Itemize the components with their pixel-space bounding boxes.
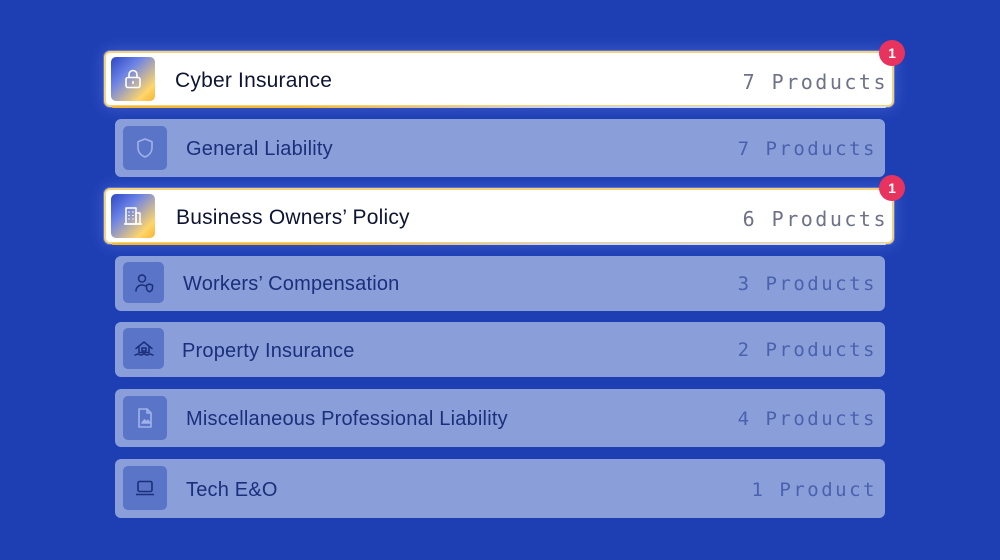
user-shield-icon <box>123 262 164 303</box>
building-icon <box>111 194 155 238</box>
list-item-workers-compensation[interactable]: Workers’ Compensation 3 Products <box>115 256 885 311</box>
item-count: 2 Products <box>737 339 877 361</box>
item-label: Workers’ Compensation <box>183 273 400 295</box>
item-label: General Liability <box>186 138 333 160</box>
list-item-business-owners-policy[interactable]: Business Owners’ Policy 6 Products <box>104 188 894 245</box>
list-item-general-liability[interactable]: General Liability 7 Products <box>115 119 885 177</box>
list-item-cyber-insurance[interactable]: Cyber Insurance 7 Products <box>104 51 894 108</box>
item-count: 7 Products <box>742 70 888 94</box>
item-label: Tech E&O <box>186 479 278 501</box>
item-label: Cyber Insurance <box>175 69 333 92</box>
item-label: Property Insurance <box>182 340 355 362</box>
item-label: Business Owners’ Policy <box>176 206 410 229</box>
house-flood-icon <box>123 328 164 369</box>
item-count: 3 Products <box>737 273 877 295</box>
item-label: Miscellaneous Professional Liability <box>186 408 508 430</box>
notification-badge: 1 <box>879 40 905 66</box>
list-item-tech-eo[interactable]: Tech E&O 1 Product <box>115 459 885 518</box>
item-count: 1 Product <box>751 479 877 501</box>
notification-badge: 1 <box>879 175 905 201</box>
list-item-property-insurance[interactable]: Property Insurance 2 Products <box>115 322 885 377</box>
list-item-miscellaneous-professional-liability[interactable]: Miscellaneous Professional Liability 4 P… <box>115 389 885 447</box>
item-count: 7 Products <box>737 138 877 160</box>
shield-icon <box>123 126 167 170</box>
lock-icon <box>111 57 155 101</box>
document-icon <box>123 396 167 440</box>
item-count: 4 Products <box>737 408 877 430</box>
laptop-icon <box>123 466 167 510</box>
item-count: 6 Products <box>742 207 888 231</box>
